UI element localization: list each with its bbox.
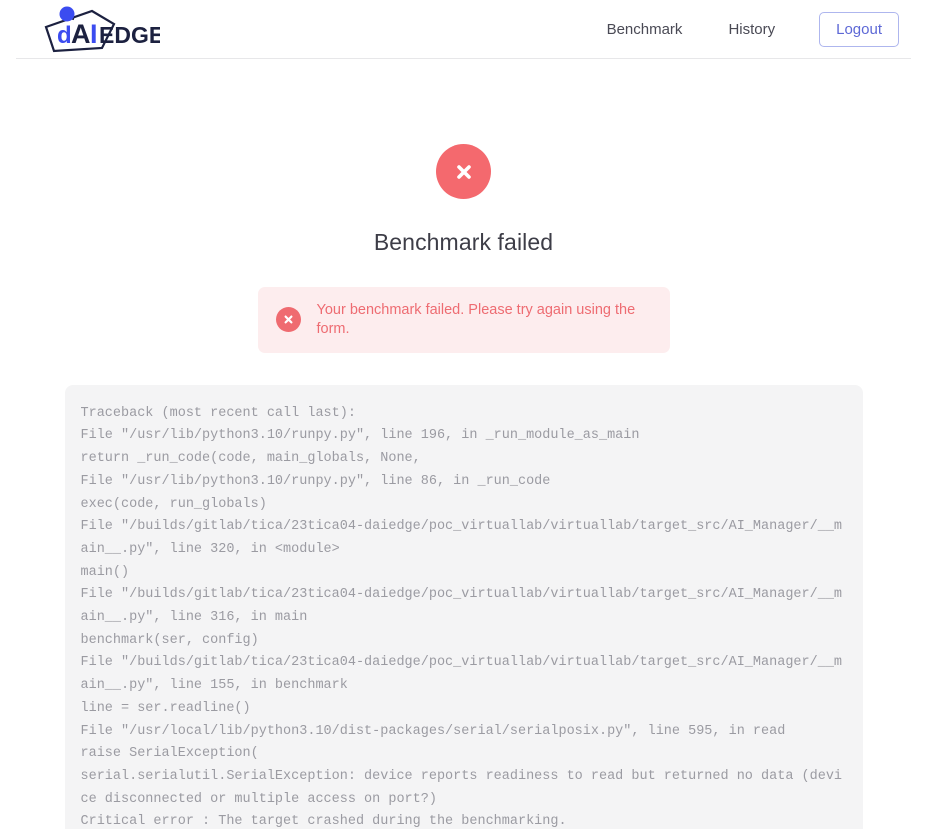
svg-text:A: A [71, 19, 91, 49]
nav-link-history[interactable]: History [714, 15, 789, 44]
traceback-line: File "/builds/gitlab/tica/23tica04-daied… [80, 519, 843, 557]
svg-text:d: d [57, 22, 72, 49]
traceback-line: Critical error : The target crashed duri… [80, 814, 567, 829]
traceback-line: line = ser.readline() [80, 700, 251, 716]
traceback-container: Traceback (most recent call last): File "… [0, 384, 927, 829]
error-status-badge [436, 144, 491, 199]
brand-logo[interactable]: d A I EDGE [0, 5, 160, 57]
error-x-icon [283, 315, 292, 324]
svg-text:EDGE: EDGE [99, 22, 160, 48]
traceback-line: Traceback (most recent call last): [80, 405, 356, 421]
main-navigation: Benchmark History Logout [593, 11, 927, 48]
nav-link-benchmark[interactable]: Benchmark [593, 15, 697, 44]
traceback-line: File "/usr/lib/python3.10/runpy.py", lin… [80, 428, 640, 444]
traceback-line: benchmark(ser, config) [80, 632, 259, 648]
logout-button[interactable]: Logout [819, 11, 899, 48]
traceback-line: raise SerialException( [80, 746, 259, 762]
header-divider [16, 58, 911, 59]
alert-error-badge [275, 307, 301, 333]
page-title: Benchmark failed [373, 229, 554, 255]
traceback-line: exec(code, run_globals) [80, 496, 267, 512]
main-content: Benchmark failed Your benchmark failed. … [0, 144, 927, 829]
traceback-line: File "/builds/gitlab/tica/23tica04-daied… [80, 655, 843, 694]
daiedge-logo-icon: d A I EDGE [44, 6, 160, 52]
svg-text:I: I [90, 19, 98, 49]
alert-container: Your benchmark failed. Please try again … [0, 287, 927, 353]
status-icon-container [0, 144, 927, 199]
traceback-line: main() [80, 564, 130, 580]
traceback-line: serial.serialutil.SerialException: devic… [80, 768, 843, 807]
alert-message: Your benchmark failed. Please try again … [316, 302, 636, 337]
traceback-line: File "/usr/local/lib/python3.10/dist-pac… [80, 723, 786, 739]
traceback-panel[interactable]: Traceback (most recent call last): File "… [64, 384, 863, 829]
traceback-line: File "/usr/lib/python3.10/runpy.py", lin… [80, 473, 551, 489]
site-header: d A I EDGE Benchmark History Logout [0, 0, 927, 59]
error-alert: Your benchmark failed. Please try again … [257, 287, 670, 353]
error-x-icon [456, 164, 471, 179]
traceback-line: return _run_code(code, main_globals, Non… [80, 451, 421, 467]
traceback-line: File "/builds/gitlab/tica/23tica04-daied… [80, 587, 843, 626]
